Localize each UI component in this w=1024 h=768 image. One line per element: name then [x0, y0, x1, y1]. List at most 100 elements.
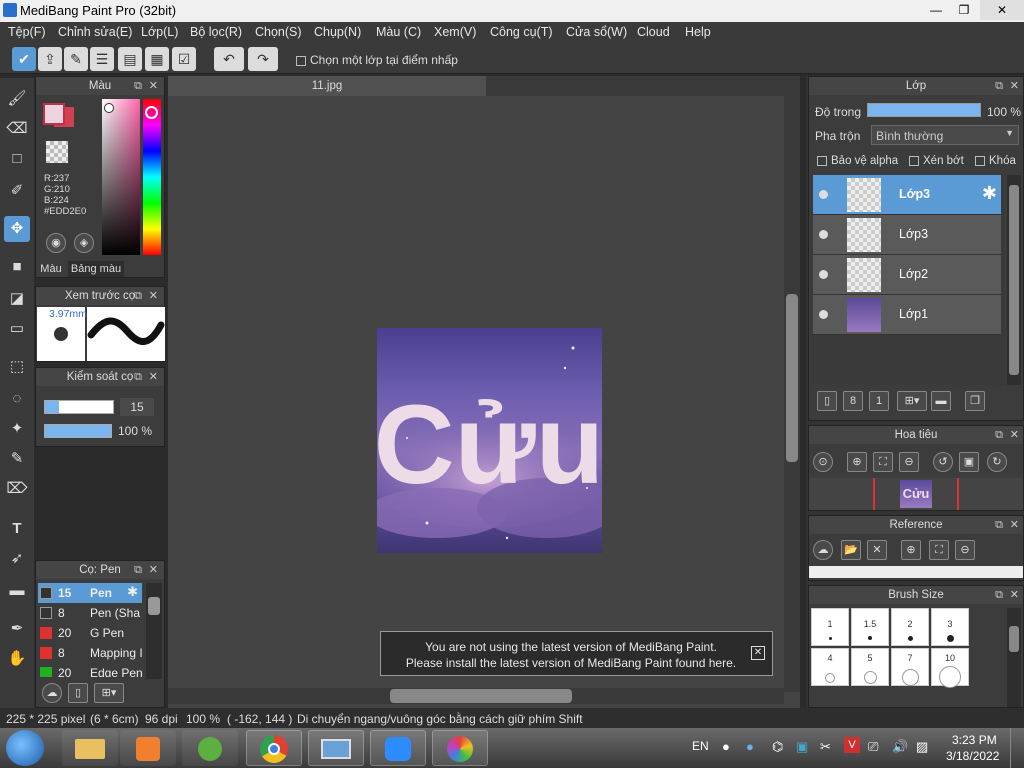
chat-icon[interactable]: ☰ [90, 47, 114, 71]
properties-icon[interactable]: ☑ [172, 47, 196, 71]
menu-color[interactable]: Màu (C) [376, 25, 421, 39]
layer-row[interactable]: Lớp3 [813, 215, 1001, 255]
zalo-tray-icon[interactable]: ● [746, 739, 754, 754]
undock-icon[interactable]: ⧉ [134, 561, 142, 579]
brush-size-cell[interactable]: 2 [891, 608, 929, 646]
layer-opacity-slider[interactable] [867, 103, 981, 117]
cloud-brush-icon[interactable]: ☁ [42, 683, 62, 703]
magic-wand-icon[interactable]: ✦ [4, 416, 30, 442]
minimize-button[interactable]: — [922, 0, 950, 20]
visibility-icon[interactable] [819, 190, 828, 199]
fit-view-icon[interactable]: ⛶ [929, 540, 949, 560]
menu-cloud[interactable]: Cloud [637, 25, 670, 39]
folder-icon[interactable]: ▬ [931, 391, 951, 411]
visibility-icon[interactable] [819, 310, 828, 319]
document-tab[interactable]: 11.jpg [168, 76, 486, 96]
menu-capture[interactable]: Chụp(N) [314, 25, 361, 39]
visibility-icon[interactable] [819, 230, 828, 239]
move-tool-icon[interactable]: ✥ [4, 216, 30, 242]
clock-time[interactable]: 3:23 PM [952, 733, 997, 747]
medibang-icon[interactable] [432, 730, 488, 766]
blend-mode-select[interactable]: Bình thường ▼ [871, 125, 1019, 145]
foreground-color-swatch[interactable] [43, 103, 65, 125]
layer-row[interactable]: Lớp2 [813, 255, 1001, 295]
sync-tray-icon[interactable]: ▣ [796, 739, 808, 755]
lock-checkbox[interactable]: Khóa [975, 155, 1016, 167]
size-value[interactable]: 15 [120, 398, 154, 416]
menu-filter[interactable]: Bộ lọc(R) [190, 25, 242, 39]
device-tray-icon[interactable]: ⎚ [868, 739, 878, 755]
undock-icon[interactable]: ⧉ [995, 516, 1003, 534]
text-tool-icon[interactable]: T [4, 516, 30, 542]
start-button[interactable] [6, 730, 44, 766]
undock-icon[interactable]: ⧉ [995, 586, 1003, 604]
file-explorer-icon[interactable] [62, 730, 118, 766]
saturation-picker[interactable] [102, 99, 140, 255]
redo-button[interactable]: ↷ [248, 47, 278, 71]
brush-tool-icon[interactable]: 🖌 [4, 86, 30, 112]
add-layer-menu-icon[interactable]: ⊞▾ [897, 391, 927, 411]
zoom-app-icon[interactable] [370, 730, 426, 766]
undo-button[interactable]: ↶ [214, 47, 244, 71]
brush-size-cell[interactable]: 1 [811, 608, 849, 646]
divide-tool-icon[interactable]: ▬ [4, 578, 30, 604]
palette-settings-icon[interactable]: ◈ [74, 233, 94, 253]
menu-edit[interactable]: Chỉnh sửa(E) [58, 25, 132, 39]
hand-tool-icon[interactable]: ✋ [4, 646, 30, 672]
share-icon[interactable]: ⇪ [38, 47, 62, 71]
brush-size-cell[interactable]: 1.5 [851, 608, 889, 646]
select-layer-checkbox[interactable]: Chọn một lớp tại điểm nhấp [296, 53, 458, 67]
network-tray-icon[interactable]: ⌬ [772, 739, 783, 755]
zoom-in-icon[interactable]: ⊕ [847, 452, 867, 472]
operation-tool-icon[interactable]: ➶ [4, 546, 30, 572]
update-notification[interactable]: You are not using the latest version of … [380, 631, 773, 676]
brush-size-cell[interactable]: 5 [851, 648, 889, 686]
undock-icon[interactable]: ⧉ [134, 287, 142, 305]
coccoc-browser-icon[interactable] [182, 730, 238, 766]
gear-icon[interactable]: ✱ [982, 183, 997, 204]
zoom-in-icon[interactable]: ⊕ [901, 540, 921, 560]
size-slider[interactable] [44, 400, 114, 414]
tools-tray-icon[interactable]: ✂ [820, 739, 831, 755]
brush-item[interactable]: 15 Pen ✱ [38, 583, 142, 603]
brush-size-cell[interactable]: 7 [891, 648, 929, 686]
volume-icon[interactable]: 🔊 [892, 739, 908, 755]
select-eraser-icon[interactable]: ⌦ [4, 476, 30, 502]
shape-tool-icon[interactable]: □ [4, 146, 30, 172]
clip-checkbox[interactable]: Xén bớt [909, 155, 964, 167]
menu-file[interactable]: Tệp(F) [8, 25, 46, 39]
brush-size-cell[interactable]: 3 [931, 608, 969, 646]
gradient-tool-icon[interactable]: ▭ [4, 316, 30, 342]
vivaldi-tray-icon[interactable]: V [844, 737, 860, 753]
brush-size-scrollbar[interactable] [1007, 608, 1021, 707]
document-icon[interactable]: ▤ [118, 47, 142, 71]
layer-row[interactable]: Lớp1 [813, 295, 1001, 335]
layer-list-scrollbar[interactable] [1007, 175, 1021, 385]
rotate-right-icon[interactable]: ↻ [987, 452, 1007, 472]
brush-size-cell[interactable]: 10 [931, 648, 969, 688]
eyedropper-icon[interactable]: ✒ [4, 616, 30, 642]
menu-select[interactable]: Chọn(S) [255, 25, 302, 39]
vertical-scrollbar[interactable] [784, 96, 800, 692]
layer-list-icon[interactable]: ▦ [145, 47, 169, 71]
select-pen-icon[interactable]: ✎ [4, 446, 30, 472]
checkbox-icon[interactable] [296, 55, 306, 66]
maximize-button[interactable]: ❐ [950, 0, 978, 20]
close-icon[interactable]: ✕ [149, 561, 158, 579]
menu-view[interactable]: Xem(V) [434, 25, 476, 39]
media-player-icon[interactable] [120, 730, 176, 766]
artwork-canvas[interactable]: Cửu [377, 328, 602, 553]
fill-rect-tool-icon[interactable]: ■ [4, 254, 30, 280]
palette-icon[interactable]: ◉ [46, 233, 66, 253]
comment-icon[interactable]: ✎ [64, 47, 88, 71]
menu-window[interactable]: Cửa sổ(W) [566, 25, 627, 39]
new-halftone-layer-icon[interactable]: 8 [843, 391, 863, 411]
brush-item[interactable]: 8 Mapping I [38, 643, 143, 663]
close-icon[interactable]: ✕ [149, 287, 158, 305]
menu-layer[interactable]: Lớp(L) [141, 25, 178, 39]
chrome-icon[interactable] [246, 730, 302, 766]
opacity-slider[interactable] [44, 424, 112, 438]
zoom-out-icon[interactable]: ⊖ [955, 540, 975, 560]
close-icon[interactable]: ✕ [149, 77, 158, 95]
picker-cursor[interactable] [104, 103, 114, 113]
